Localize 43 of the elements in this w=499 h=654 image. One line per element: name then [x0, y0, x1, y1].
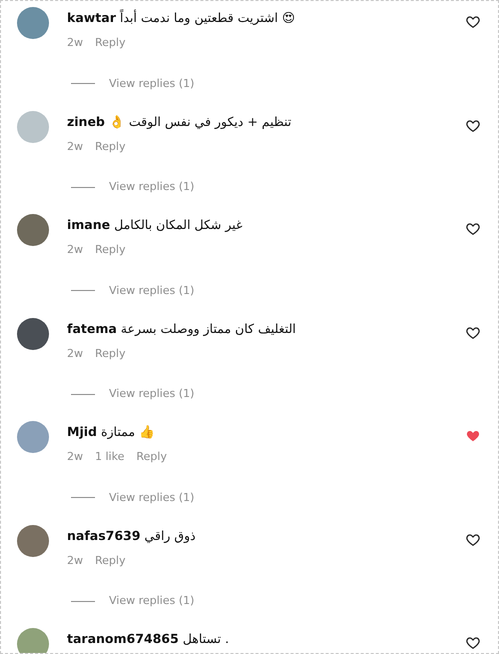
view-replies-link[interactable]: View replies (1) [109, 76, 194, 92]
comment-time: 2w [67, 552, 83, 568]
comment-text: ذوق راقي [144, 528, 196, 542]
avatar-photo-placeholder[interactable] [17, 7, 49, 39]
reply-link[interactable]: Reply [95, 138, 126, 155]
comment-time: 2w [67, 449, 83, 465]
view-replies-link[interactable]: View replies (1) [109, 282, 194, 299]
comment-text: ممتازة 👍 [100, 424, 156, 439]
comment-time: 2w [67, 346, 83, 362]
like-count[interactable]: 1 like [95, 449, 124, 466]
username[interactable]: Mjid [67, 424, 97, 439]
avatar-photo-placeholder[interactable] [17, 524, 49, 556]
reply-link[interactable]: Reply [95, 242, 126, 258]
comment-time: 2w [67, 35, 83, 51]
heart-icon[interactable] [466, 532, 480, 546]
view-replies-link[interactable]: View replies (1) [109, 386, 194, 402]
comment-text: اشتريت قطعتين وما ندمت أبداً 😍 [120, 10, 295, 25]
heart-icon[interactable] [466, 636, 480, 650]
reply-link[interactable]: Reply [95, 346, 126, 362]
username[interactable]: imane [67, 217, 110, 232]
username[interactable]: taranom674865 [67, 631, 179, 646]
comment-text: تستاهل . [182, 631, 229, 646]
avatar-photo-placeholder[interactable] [17, 214, 49, 246]
comment-time: 2w [67, 138, 83, 154]
reply-link[interactable]: Reply [136, 449, 167, 466]
comment-time: 2w [67, 242, 83, 258]
heart-icon[interactable] [466, 15, 480, 29]
view-replies-link[interactable]: View replies (1) [109, 490, 194, 506]
avatar-photo-placeholder[interactable] [17, 318, 49, 350]
heart-icon[interactable] [466, 222, 480, 236]
heart-icon[interactable] [466, 326, 480, 340]
username[interactable]: kawtar [67, 10, 116, 25]
view-replies-link[interactable]: View replies (1) [109, 593, 194, 610]
view-replies-link[interactable]: View replies (1) [109, 179, 194, 196]
comment-text: 👌 تنظيم + ديكور في نفس الوقت [108, 114, 292, 128]
username[interactable]: fatema [67, 320, 117, 336]
heart-icon[interactable] [466, 118, 480, 132]
comment-text: التغليف كان ممتاز ووصلت بسرعة [120, 320, 296, 336]
comment-text: غير شكل المكان بالكامل [114, 217, 242, 232]
reply-link[interactable]: Reply [95, 552, 126, 569]
reply-link[interactable]: Reply [95, 35, 126, 52]
username[interactable]: zineb [67, 114, 105, 128]
username[interactable]: nafas7639 [67, 528, 140, 542]
